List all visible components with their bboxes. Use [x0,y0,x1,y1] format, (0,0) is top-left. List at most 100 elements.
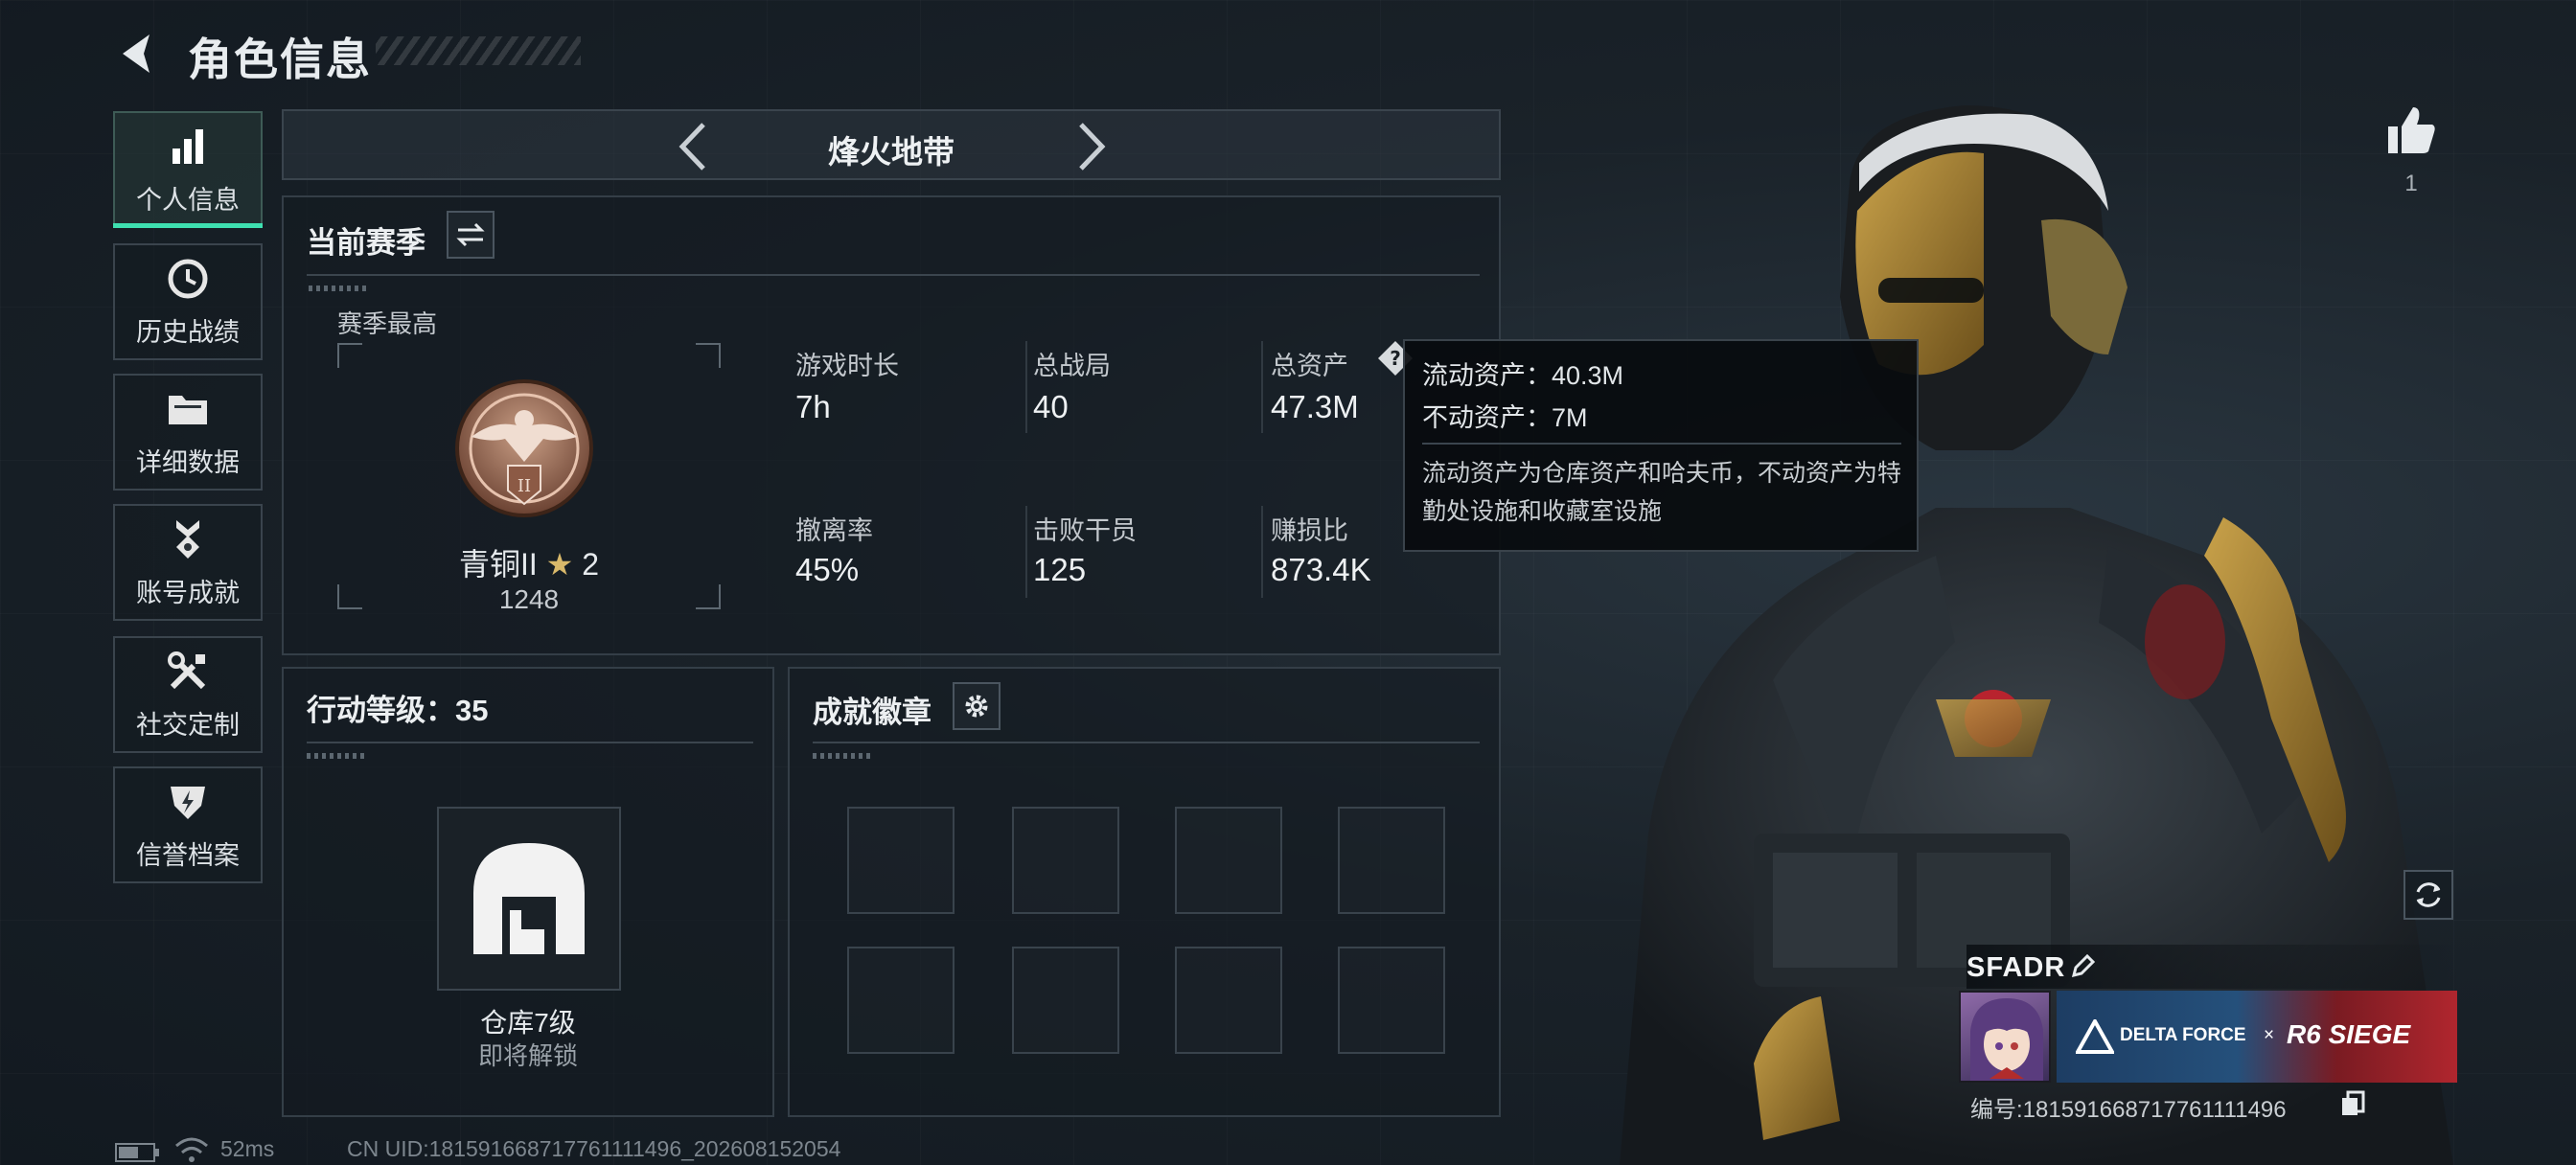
avatar-anime-girl-icon [1970,998,2043,1081]
sidebar-item-label: 详细数据 [136,448,240,477]
badges-title: 成就徽章 [813,696,932,729]
badge-slot[interactable] [847,807,954,914]
stat-divider [1261,341,1263,433]
tooltip-description: 流动资产为仓库资产和哈夫币，不动资产为特勤处设施和收藏室设施 [1422,460,1902,525]
badge-slot[interactable] [1012,947,1119,1054]
title-decoration [376,36,581,65]
season-title: 当前赛季 [307,226,426,260]
sidebar-item-social-custom[interactable]: 社交定制 [113,636,263,753]
warehouse-icon [473,843,585,954]
banner-delta-force: DELTA FORCE [2120,1025,2246,1045]
player-name: SFADR [1966,952,2066,983]
sidebar-item-match-history[interactable]: 历史战绩 [113,243,263,360]
rank-points: 1248 [498,584,560,614]
rank-line: 青铜II ★ 2 [337,540,721,584]
player-avatar[interactable] [1959,991,2051,1083]
sidebar-item-credit-record[interactable]: 信誉档案 [113,766,263,883]
title-divider [307,742,753,743]
bronze-rank-emblem-icon: II [455,379,593,517]
stat-label: 游戏时长 [795,352,899,380]
tooltip-divider [1422,443,1901,445]
tooltip-fixed-assets: 不动资产：7M [1422,403,1588,432]
stat-value: 47.3M [1271,389,1359,424]
player-banner: DELTA FORCE × R6 SIEGE [2057,991,2457,1083]
banner-r6-siege: R6 SIEGE [2287,1019,2411,1049]
sidebar-item-detailed-data[interactable]: 详细数据 [113,374,263,491]
edit-pencil-icon[interactable] [2070,952,2097,979]
sidebar-item-personal-info[interactable]: 个人信息 [113,111,263,228]
tools-icon [165,649,211,695]
stat-label: 赚损比 [1271,516,1348,545]
decor-dots [309,286,370,291]
badges-settings-button[interactable] [953,682,1000,730]
sidebar-item-label: 社交定制 [136,711,240,740]
chevron-right-icon [1079,123,1106,171]
stat-label: 击败干员 [1033,516,1137,545]
svg-text:II: II [518,476,531,496]
mode-selector-bar: 烽火地带 [282,109,1501,180]
stat-label: 总资产 [1271,352,1348,380]
sidebar-item-label: 个人信息 [136,186,240,215]
player-id: 编号:181591668717761111496 [1970,1097,2287,1123]
gear-icon [965,695,988,718]
copy-icon[interactable] [2340,1090,2365,1117]
delta-force-logo-icon [2076,1019,2114,1054]
badge-slot[interactable] [1338,807,1445,914]
rotate-view-button[interactable] [2404,870,2453,920]
rotate-icon [2416,882,2441,907]
tooltip-liquid-assets: 流动资产：40.3M [1422,361,1624,390]
sidebar-item-label: 信誉档案 [136,841,240,870]
achievement-badges-panel: 成就徽章 [788,667,1501,1117]
banner-cross: × [2264,1025,2275,1045]
season-panel: 当前赛季 赛季最高 II 青铜II ★ 2 1248 游戏时长 7h 总战局 4… [282,195,1501,655]
decor-dots [813,753,874,759]
back-button[interactable] [113,29,163,79]
rank-name: 青铜II [458,547,538,582]
like-button[interactable] [2384,103,2438,157]
swap-arrows-icon [456,222,485,247]
shield-bolt-icon [165,779,211,825]
badge-slot[interactable] [1012,807,1119,914]
badge-slot[interactable] [847,947,954,1054]
mode-title: 烽火地带 [828,134,954,170]
badge-slot[interactable] [1338,947,1445,1054]
stat-label: 总战局 [1033,352,1111,380]
history-clock-icon [165,256,211,302]
warehouse-status: 即将解锁 [477,1041,578,1070]
like-count: 1 [2404,171,2418,196]
asset-tooltip: 流动资产：40.3M 不动资产：7M 流动资产为仓库资产和哈夫币，不动资产为特勤… [1403,339,1919,552]
badge-slot[interactable] [1175,807,1282,914]
sidebar-item-label: 账号成就 [136,579,240,607]
warehouse-tile[interactable] [437,807,621,991]
action-level-title: 行动等级：35 [307,694,489,727]
player-name-bar: SFADR [1966,945,2465,989]
bar-chart-icon [165,124,211,170]
frame-corner [696,343,721,368]
stat-value: 40 [1033,389,1069,424]
title-divider [307,274,1480,276]
wifi-icon [175,1137,208,1162]
mode-next-button[interactable] [1070,123,1114,171]
stat-value: 7h [795,389,831,424]
warehouse-level: 仓库7级 [480,1008,576,1038]
action-level-panel: 行动等级：35 仓库7级 即将解锁 [282,667,774,1117]
stat-label: 撤离率 [795,516,873,545]
badge-slot[interactable] [1175,947,1282,1054]
stat-divider [1025,341,1027,433]
stat-value: 125 [1033,552,1087,587]
folder-icon [165,386,211,432]
sidebar-item-label: 历史战绩 [136,318,240,347]
page-title: 角色信息 [188,34,372,84]
ping-readout: 52ms [220,1136,275,1161]
sidebar-item-achievements[interactable]: 账号成就 [113,504,263,621]
battery-icon [115,1143,159,1162]
cn-uid: CN UID:181591668717761111496_20260815205… [347,1136,841,1161]
stat-divider [1025,506,1027,598]
back-arrow-icon [123,34,150,73]
season-best-label: 赛季最高 [337,309,438,338]
achievement-medal-icon [165,516,211,562]
star-icon: ★ [545,547,574,582]
frame-corner [337,343,362,368]
svg-text:?: ? [1390,347,1401,370]
season-switch-button[interactable] [447,211,494,259]
